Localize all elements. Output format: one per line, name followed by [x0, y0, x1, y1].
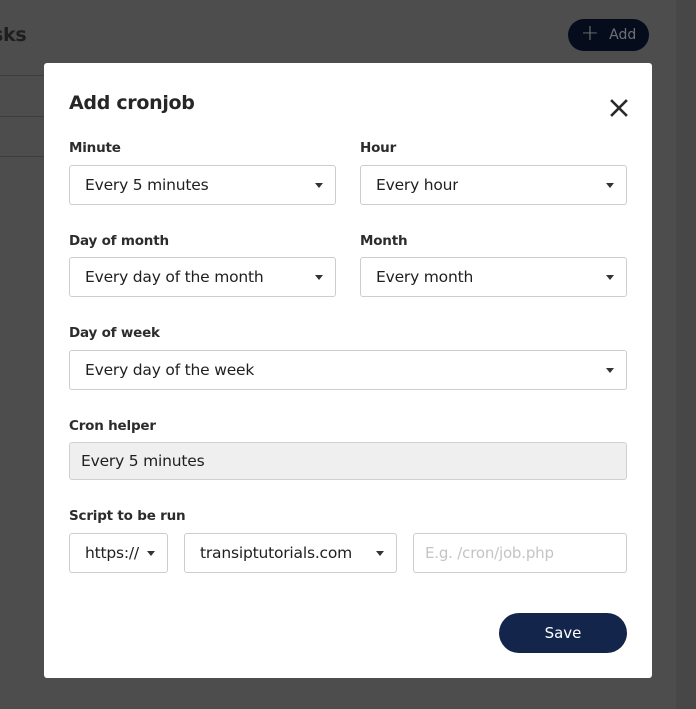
background-divider — [0, 156, 44, 157]
chevron-down-icon — [147, 551, 155, 556]
minute-select-value: Every 5 minutes — [85, 176, 209, 194]
hour-select[interactable]: Every hour — [360, 165, 627, 205]
day-of-week-label: Day of week — [69, 325, 160, 341]
chevron-down-icon — [315, 275, 323, 280]
background-scrollbar — [676, 0, 696, 709]
plus-icon: + — [580, 21, 600, 46]
day-of-month-label: Day of month — [69, 233, 169, 249]
month-select[interactable]: Every month — [360, 257, 627, 297]
background-add-button: + Add — [568, 19, 649, 51]
chevron-down-icon — [606, 183, 614, 188]
domain-select-value: transiptutorials.com — [200, 544, 353, 562]
background-divider — [0, 116, 44, 117]
day-of-week-select-value: Every day of the week — [85, 361, 255, 379]
month-select-value: Every month — [376, 268, 474, 286]
modal-title: Add cronjob — [69, 92, 195, 114]
protocol-select[interactable]: https:// — [69, 533, 168, 573]
month-label: Month — [360, 233, 408, 249]
minute-select[interactable]: Every 5 minutes — [69, 165, 336, 205]
close-icon — [610, 99, 628, 117]
day-of-week-select[interactable]: Every day of the week — [69, 350, 627, 390]
add-cronjob-modal: Add cronjob Minute Every 5 minutes Hour … — [44, 63, 652, 678]
background-divider — [0, 75, 44, 76]
chevron-down-icon — [606, 368, 614, 373]
save-button[interactable]: Save — [499, 613, 627, 653]
minute-label: Minute — [69, 140, 121, 156]
day-of-month-select[interactable]: Every day of the month — [69, 257, 336, 297]
background-page-title: sks — [0, 24, 27, 46]
cron-helper-field: Every 5 minutes — [69, 442, 627, 480]
add-button-label: Add — [609, 27, 637, 43]
day-of-month-select-value: Every day of the month — [85, 268, 264, 286]
cron-helper-value: Every 5 minutes — [81, 452, 205, 470]
domain-select[interactable]: transiptutorials.com — [184, 533, 397, 573]
chevron-down-icon — [376, 551, 384, 556]
hour-select-value: Every hour — [376, 176, 459, 194]
chevron-down-icon — [315, 183, 323, 188]
close-button[interactable] — [608, 97, 630, 119]
hour-label: Hour — [360, 140, 397, 156]
protocol-select-value: https:// — [85, 544, 139, 562]
script-label: Script to be run — [69, 508, 186, 524]
cron-helper-label: Cron helper — [69, 418, 156, 434]
chevron-down-icon — [606, 275, 614, 280]
script-path-input[interactable] — [413, 533, 627, 573]
